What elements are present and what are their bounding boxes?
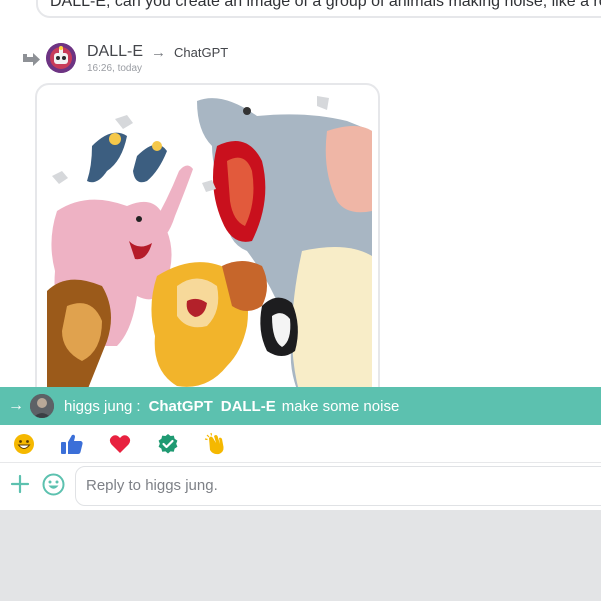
message-timestamp: 16:26, today — [87, 63, 143, 74]
generated-image[interactable] — [35, 83, 380, 403]
reaction-heart-button[interactable] — [96, 428, 144, 460]
check-badge-icon — [158, 433, 178, 453]
previous-message-text: DALL-E, can you create an image of a gro… — [50, 0, 601, 10]
reaction-grinning-button[interactable] — [0, 428, 48, 460]
reaction-clap-button[interactable] — [192, 428, 240, 460]
quote-separator: : — [136, 397, 141, 415]
add-attachment-icon[interactable] — [8, 472, 32, 496]
grinning-face-icon — [14, 433, 34, 454]
reaction-like-button[interactable] — [48, 428, 96, 460]
forward-icon — [23, 53, 40, 66]
reply-arrow-icon: → — [8, 397, 24, 414]
quoted-message-bar[interactable]: → higgs jung : ChatGPT DALL-E make some … — [0, 387, 601, 425]
heart-icon — [109, 434, 131, 453]
forward-target[interactable]: ChatGPT — [174, 45, 228, 60]
quote-author[interactable]: higgs jung — [64, 398, 132, 415]
mention-chatgpt[interactable]: ChatGPT — [149, 398, 213, 415]
user-photo-icon — [30, 394, 54, 418]
avatar[interactable] — [30, 394, 54, 418]
sender-name[interactable]: DALL-E — [87, 43, 143, 61]
emoji-picker-icon[interactable] — [41, 472, 66, 497]
mention-dalle[interactable]: DALL-E — [221, 398, 276, 415]
cartoon-animals-image — [47, 91, 372, 401]
quote-text: make some noise — [281, 397, 400, 415]
chat-window: DALL-E, can you create an image of a gro… — [0, 0, 601, 510]
thumbs-up-icon — [61, 434, 83, 454]
previous-message-bubble: DALL-E, can you create an image of a gro… — [36, 0, 601, 18]
reply-box[interactable] — [75, 466, 601, 506]
reaction-bar — [0, 425, 601, 462]
forward-arrow-icon: → — [151, 43, 167, 61]
robot-avatar-icon — [46, 43, 76, 73]
clapping-hands-icon — [204, 432, 224, 454]
sender-line: DALL-E → ChatGPT — [87, 43, 228, 61]
reaction-check-button[interactable] — [144, 428, 192, 460]
avatar[interactable] — [46, 43, 76, 73]
composer — [0, 463, 601, 510]
reply-input[interactable] — [86, 477, 486, 494]
